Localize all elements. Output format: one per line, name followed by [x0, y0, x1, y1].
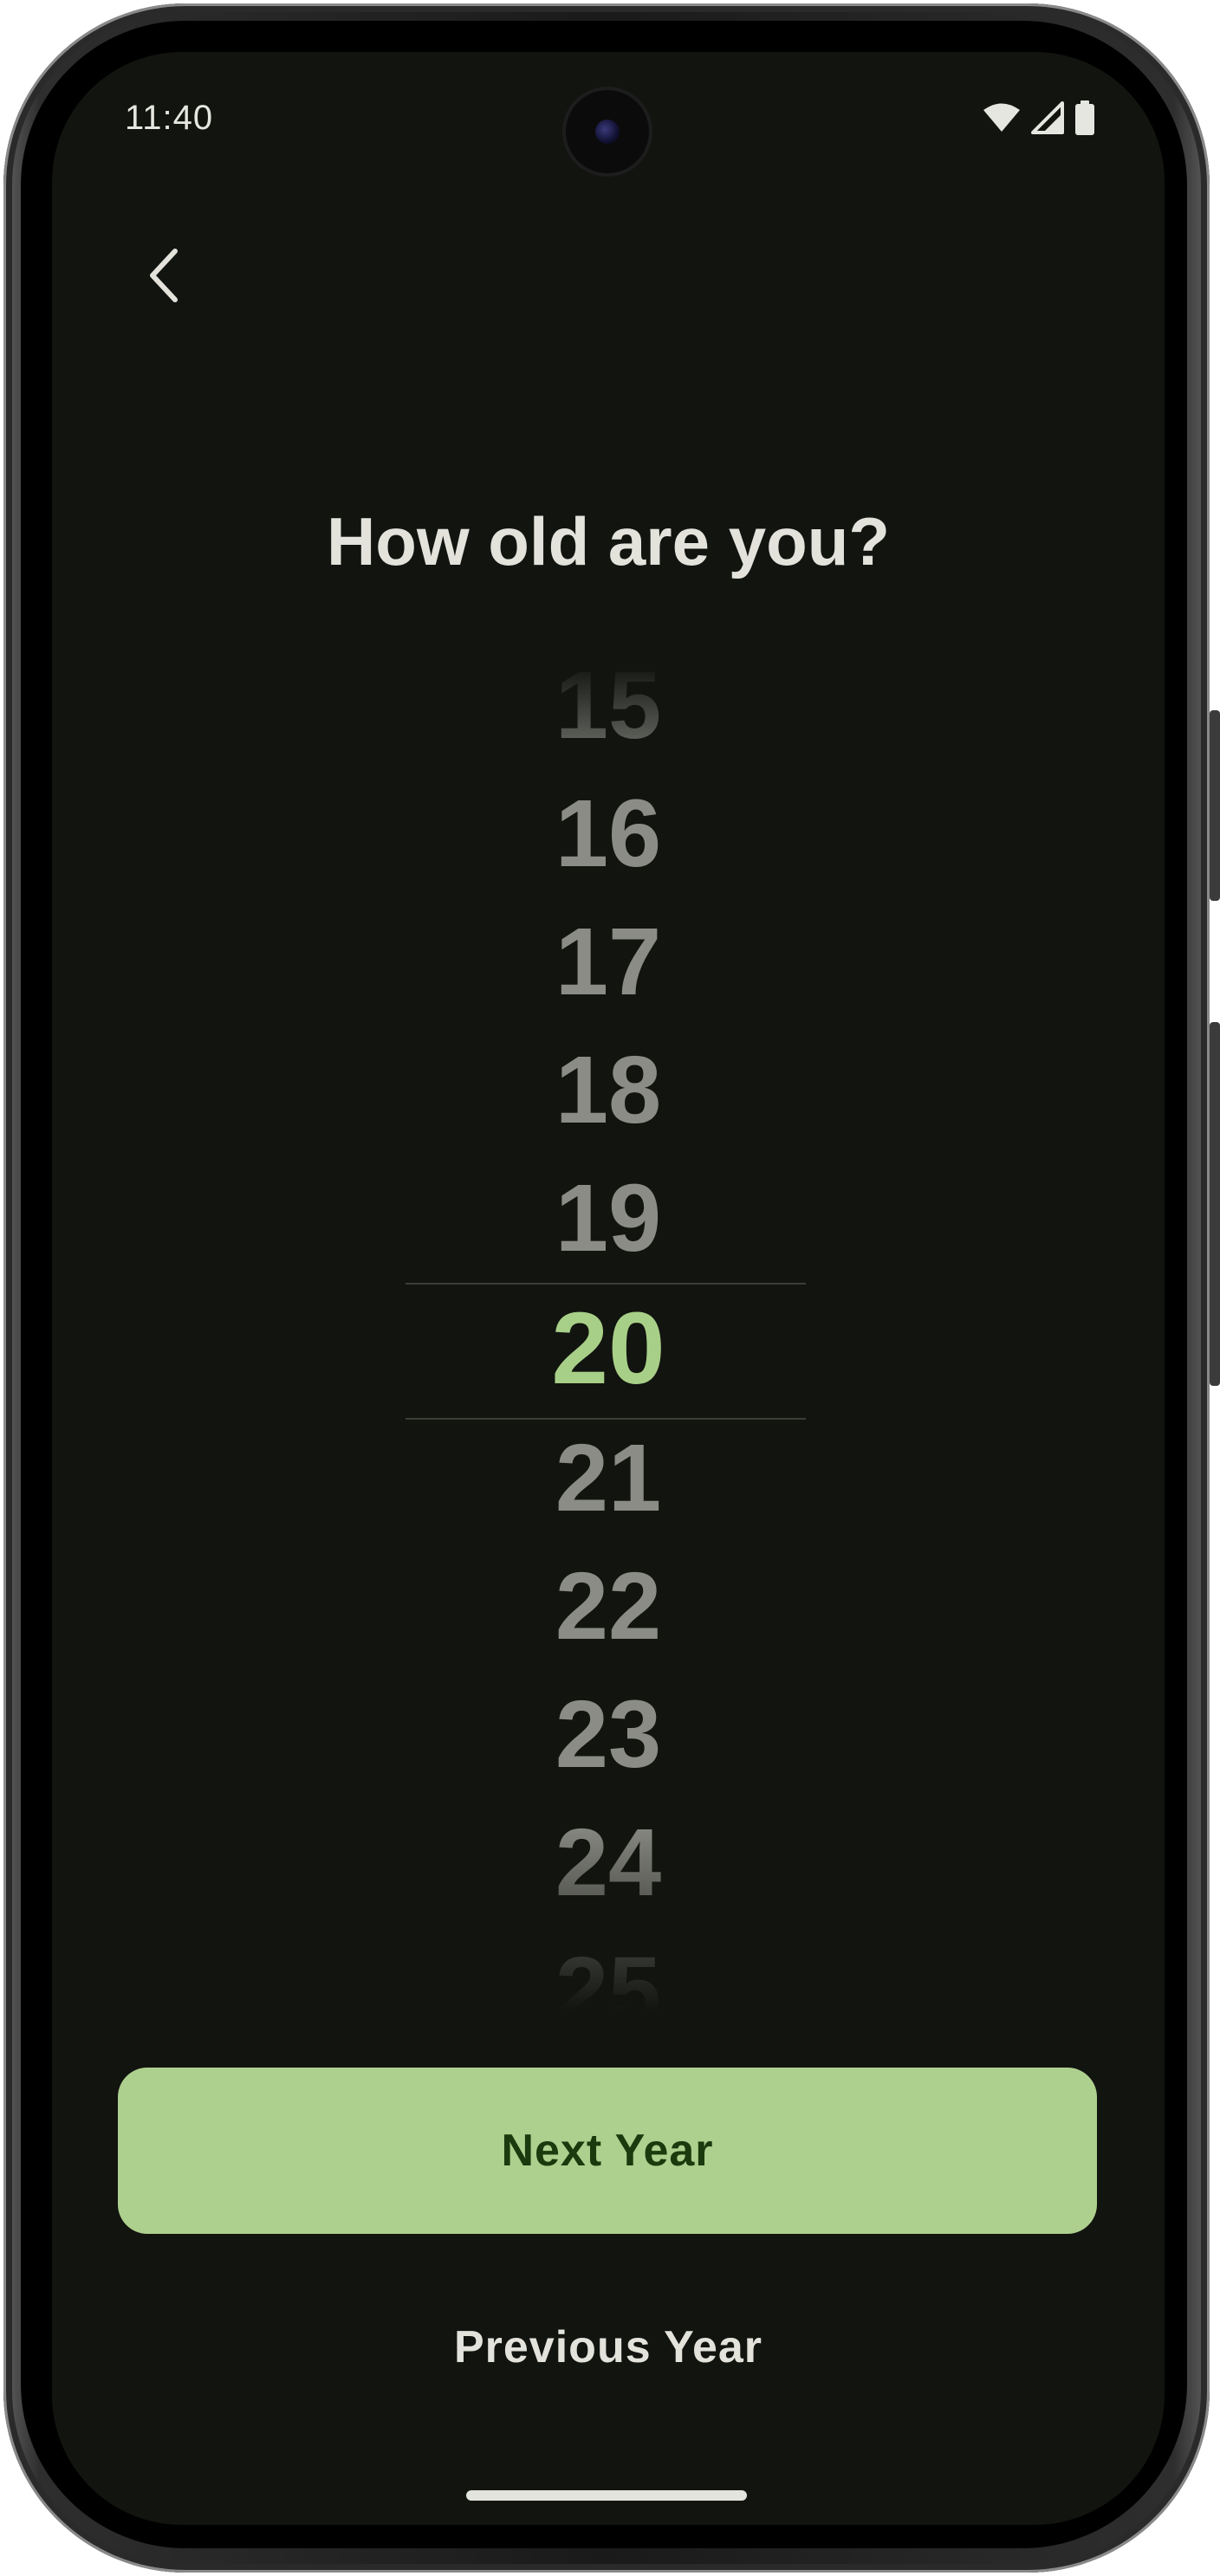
back-button[interactable]	[130, 243, 199, 312]
picker-item-selected[interactable]: 20	[52, 1284, 1165, 1414]
status-icons	[983, 100, 1095, 139]
power-button	[1210, 1022, 1220, 1386]
volume-button	[1210, 710, 1220, 901]
picker-item[interactable]: 18	[52, 1026, 1165, 1155]
picker-item[interactable]: 23	[52, 1670, 1165, 1800]
app-screen: 11:40 How old are you? 15 16 17 18 19 20…	[52, 52, 1165, 2525]
cellular-signal-icon	[1031, 100, 1064, 139]
chevron-left-icon	[146, 248, 184, 307]
phone-device: 11:40 How old are you? 15 16 17 18 19 20…	[0, 0, 1220, 2576]
front-camera	[566, 90, 649, 173]
picker-item[interactable]: 24	[52, 1798, 1165, 1928]
picker-item[interactable]: 16	[52, 769, 1165, 899]
picker-item[interactable]: 19	[52, 1154, 1165, 1284]
battery-icon	[1074, 100, 1095, 139]
picker-item[interactable]: 25	[52, 1926, 1165, 2056]
picker-item[interactable]: 15	[52, 641, 1165, 771]
status-bar: 11:40	[52, 52, 1165, 191]
age-picker[interactable]: 15 16 17 18 19 20 21 22 23 24 25	[52, 641, 1165, 2044]
wifi-icon	[983, 102, 1021, 138]
home-indicator[interactable]	[466, 2490, 747, 2501]
previous-year-button[interactable]: Previous Year	[52, 2321, 1165, 2373]
next-year-button[interactable]: Next Year	[118, 2068, 1097, 2234]
page-title: How old are you?	[326, 503, 891, 579]
picker-item[interactable]: 22	[52, 1542, 1165, 1672]
status-time: 11:40	[125, 99, 214, 137]
picker-item[interactable]: 17	[52, 897, 1165, 1027]
picker-item[interactable]: 21	[52, 1414, 1165, 1544]
